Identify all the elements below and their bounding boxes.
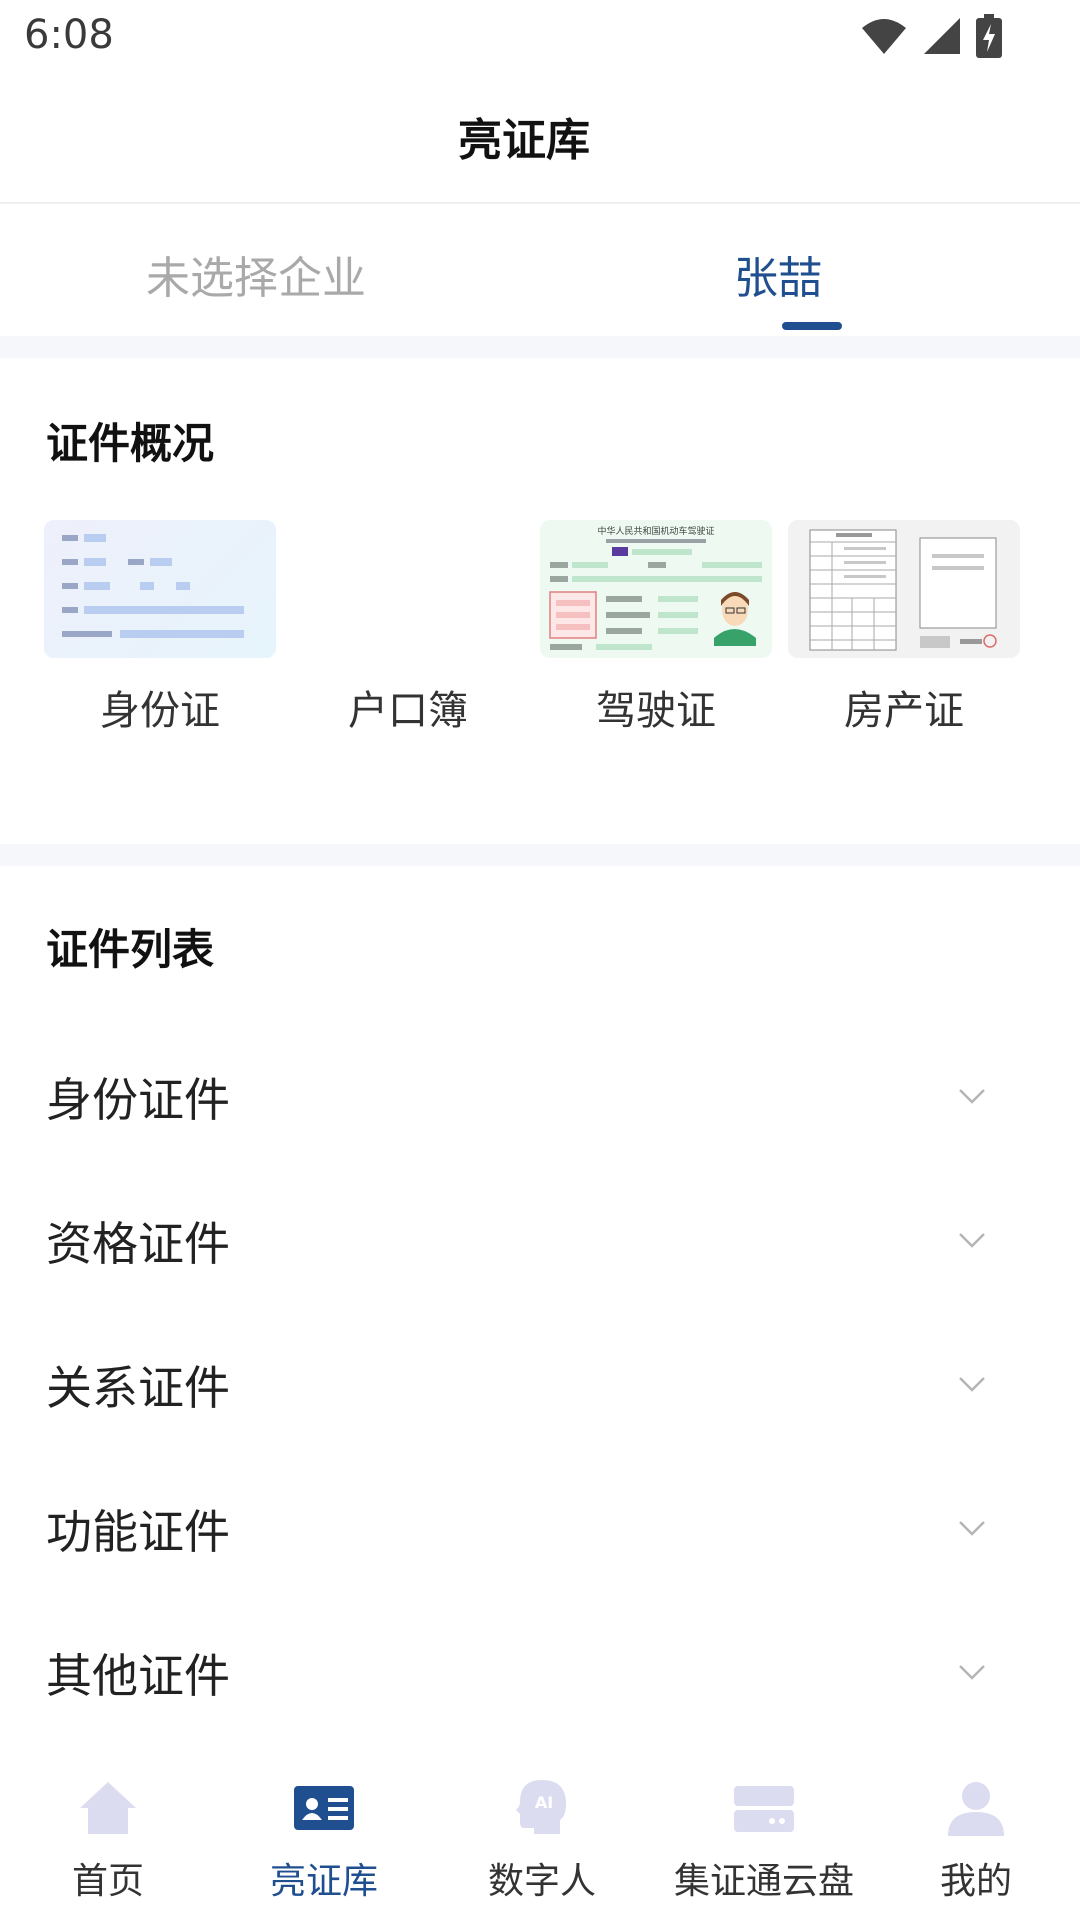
tab-active-indicator: [782, 322, 842, 330]
tab-label: 张喆: [734, 253, 822, 304]
status-icons: [860, 14, 1002, 58]
overview-card-driving-license[interactable]: 中华人民共和国机动车驾驶证 驾驶证: [540, 520, 772, 734]
id-card-illustration: [62, 534, 244, 638]
user-icon: [948, 1782, 1004, 1836]
signal-icon: [924, 18, 960, 54]
tab-personal[interactable]: 张喆: [540, 206, 1080, 336]
overview-card-id[interactable]: 身份证: [44, 520, 276, 734]
section-divider: [0, 844, 1080, 866]
nav-home[interactable]: 首页: [28, 1752, 188, 1920]
chevron-down-icon: [959, 1089, 985, 1104]
overview-title: 证件概况: [46, 419, 215, 468]
list-item-label: 其他证件: [46, 1649, 230, 1703]
battery-icon: [976, 14, 1002, 58]
certificate-list: 身份证件 资格证件 关系证件 功能证件 其他证件: [0, 1024, 1080, 1744]
page-title: 亮证库: [458, 115, 590, 166]
nav-label: 集证通云盘: [673, 1861, 854, 1902]
overview-grid: 身份证 户口簿 中华人民共和国机动车驾驶证 驾驶证 房产证: [44, 520, 1024, 734]
list-item-identity[interactable]: 身份证件: [0, 1024, 1080, 1168]
overview-card-household[interactable]: 户口簿: [292, 520, 524, 734]
chevron-down-icon: [959, 1377, 985, 1392]
tab-no-enterprise[interactable]: 未选择企业: [0, 206, 540, 336]
chevron-down-icon: [959, 1521, 985, 1536]
overview-card-label: 驾驶证: [596, 688, 716, 734]
overview-card-label: 身份证: [100, 688, 220, 734]
driving-license-illustration: 中华人民共和国机动车驾驶证: [549, 525, 762, 650]
driving-license-heading: 中华人民共和国机动车驾驶证: [597, 525, 714, 537]
tab-bar: 未选择企业 张喆: [0, 206, 1080, 336]
bottom-nav: 首页 亮证库 AI 数字人 集证通云盘 我的: [0, 1752, 1080, 1920]
property-certificate-thumbnail: [788, 520, 1020, 658]
driving-license-thumbnail: 中华人民共和国机动车驾驶证: [540, 520, 772, 658]
nav-label: 亮证库: [269, 1861, 378, 1902]
list-item-label: 功能证件: [46, 1505, 230, 1559]
chevron-down-icon: [959, 1233, 985, 1248]
list-item-other[interactable]: 其他证件: [0, 1600, 1080, 1744]
tab-label: 未选择企业: [146, 253, 366, 304]
list-item-label: 身份证件: [46, 1073, 230, 1127]
list-item-label: 资格证件: [46, 1217, 230, 1271]
status-bar: 6:08: [0, 0, 1080, 72]
svg-text:AI: AI: [535, 1793, 553, 1812]
section-divider: [0, 336, 1080, 358]
nav-label: 我的: [939, 1861, 1012, 1902]
home-icon: [80, 1782, 136, 1834]
overview-card-label: 户口簿: [348, 688, 468, 734]
chevron-down-icon: [959, 1665, 985, 1680]
ai-avatar-icon: AI: [516, 1780, 566, 1834]
nav-label: 数字人: [487, 1861, 596, 1902]
wifi-icon: [862, 19, 906, 54]
list-item-qualification[interactable]: 资格证件: [0, 1168, 1080, 1312]
cloud-drive-icon: [734, 1786, 794, 1832]
status-time: 6:08: [24, 12, 114, 58]
nav-cloud-drive[interactable]: 集证通云盘: [664, 1752, 864, 1920]
overview-card-property[interactable]: 房产证: [788, 520, 1020, 734]
property-certificate-illustration: [809, 529, 997, 651]
list-title: 证件列表: [46, 925, 215, 974]
list-item-label: 关系证件: [46, 1361, 230, 1415]
nav-digital-human[interactable]: AI 数字人: [462, 1752, 622, 1920]
nav-me[interactable]: 我的: [896, 1752, 1056, 1920]
app-header: 亮证库: [0, 72, 1080, 204]
nav-id-library[interactable]: 亮证库: [244, 1752, 404, 1920]
nav-label: 首页: [71, 1861, 144, 1902]
list-item-functional[interactable]: 功能证件: [0, 1456, 1080, 1600]
id-card-icon: [294, 1786, 354, 1830]
list-item-relationship[interactable]: 关系证件: [0, 1312, 1080, 1456]
overview-card-label: 房产证: [844, 688, 964, 734]
id-card-thumbnail: [44, 520, 276, 658]
